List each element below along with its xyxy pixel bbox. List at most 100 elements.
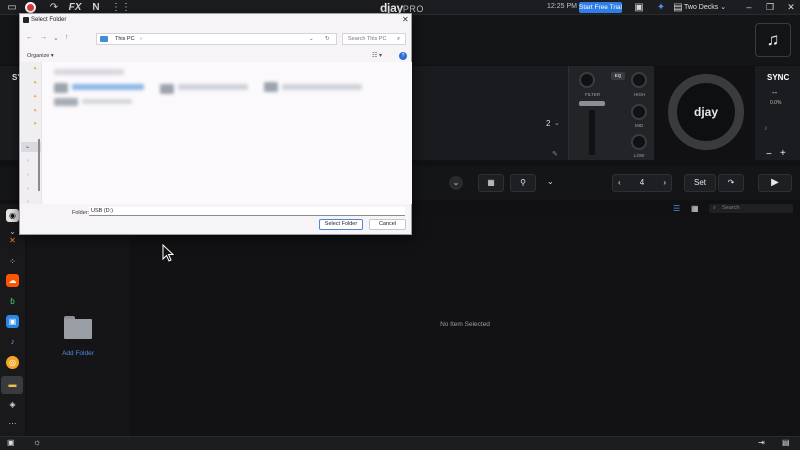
music-icon[interactable]: ♪ [6, 335, 19, 348]
layers-icon[interactable]: ◈ [6, 398, 19, 411]
queue-icon[interactable]: ⇥ [758, 438, 765, 447]
record-button[interactable] [25, 2, 36, 13]
chevron-down-icon[interactable]: ⌄ [53, 34, 59, 42]
blurred-item[interactable] [282, 84, 362, 90]
back-icon[interactable]: ← [26, 34, 33, 41]
fx-button[interactable]: FX [67, 2, 83, 13]
mid-eq-knob[interactable] [631, 104, 647, 120]
turntable-platter[interactable]: djay [668, 74, 744, 150]
pitch-minus-button[interactable]: − [766, 149, 772, 160]
sparkle-icon[interactable]: ✦ [655, 2, 667, 13]
chevron-left-icon[interactable]: ‹ [618, 175, 621, 191]
folder-icon[interactable] [64, 316, 92, 340]
maximize-icon[interactable]: ❐ [763, 2, 777, 13]
blurred-item[interactable] [72, 84, 144, 90]
blurred-item[interactable] [178, 84, 248, 90]
chevron-down-icon[interactable]: ⌄ [25, 143, 30, 150]
high-eq-knob[interactable] [631, 72, 647, 88]
crossed-icon[interactable]: ✕ [6, 234, 19, 247]
empty-state-text: No Item Selected [440, 321, 490, 328]
camera-source-icon[interactable]: ◉ [6, 209, 19, 222]
menu-icon[interactable]: ▭ [6, 2, 18, 13]
clock-time: 12:25 PM [547, 3, 577, 10]
beatport-icon[interactable]: ɓ [6, 295, 19, 308]
drive-icon[interactable] [54, 83, 68, 93]
eq-badge[interactable]: EQ [611, 72, 625, 80]
grid-view-icon[interactable]: ▦ [691, 204, 699, 213]
loop-icon[interactable]: ↷ [718, 174, 744, 192]
pencil-icon[interactable]: ✎ [552, 150, 558, 158]
grid-icon[interactable]: ⋮⋮ [111, 2, 131, 13]
soundcloud-icon[interactable]: ☁ [6, 274, 19, 287]
select-folder-button[interactable]: Select Folder [319, 219, 363, 230]
cancel-button[interactable]: Cancel [369, 219, 406, 230]
neural-mix-button[interactable]: N [90, 2, 102, 13]
more-icon[interactable]: ··· [6, 417, 19, 430]
play-button[interactable]: ▶ [758, 174, 792, 192]
address-bar[interactable]: This PC › ⌄ ↻ [96, 33, 337, 45]
files-icon[interactable]: ▣ [6, 315, 19, 328]
blurred-item[interactable] [54, 98, 78, 106]
library-search-input[interactable]: ⌕ Search [709, 204, 793, 213]
pin-icon[interactable]: ✦ [33, 121, 37, 127]
filter-knob[interactable] [579, 72, 595, 88]
right-sync-button[interactable]: SYNC [767, 73, 789, 82]
chevron-down-icon[interactable]: ⌄ [554, 119, 560, 127]
pin-icon[interactable]: ✦ [33, 108, 37, 114]
nav-scrollbar[interactable] [38, 139, 40, 191]
sidebar-toggle-icon[interactable]: ▣ [7, 438, 15, 447]
pitch-plus-button[interactable]: + [780, 148, 786, 159]
bpm-display: -- [772, 88, 778, 97]
folder-icon[interactable]: ▬ [6, 378, 19, 391]
dialog-title: Select Folder [31, 17, 67, 23]
panel-icon[interactable]: ▤ [782, 438, 790, 447]
chevron-down-icon[interactable]: ⌄ [547, 177, 554, 186]
volume-fader-track[interactable] [589, 110, 595, 155]
pin-icon[interactable]: ✦ [33, 80, 37, 86]
start-free-trial-button[interactable]: Start Free Trial [579, 2, 622, 13]
pin-icon[interactable]: ⚲ [510, 174, 536, 192]
safari-icon[interactable]: ◎ [6, 356, 19, 369]
keyboard-icon[interactable]: ▦ [478, 174, 504, 192]
dialog-search-input[interactable]: Search This PC ⌕ [342, 33, 406, 45]
view-options-icon[interactable]: ☷ ▾ [372, 52, 382, 59]
automix-icon[interactable]: ↷ [48, 2, 60, 13]
chevron-right-icon[interactable]: › [663, 175, 666, 191]
chevron-right-icon[interactable]: › [27, 158, 29, 164]
chevron-right-icon[interactable]: › [140, 36, 142, 42]
loop-length[interactable]: 2 [546, 119, 550, 128]
drive-icon[interactable] [264, 82, 278, 92]
brightness-icon[interactable]: ☼ [33, 437, 41, 447]
crossfader-handle[interactable] [579, 101, 605, 106]
chevron-down-icon[interactable]: ⌄ [309, 34, 314, 44]
list-view-icon[interactable]: ☰ [673, 204, 680, 213]
blurred-item[interactable] [82, 99, 132, 104]
beat-jump-control[interactable]: ‹ 4 › [612, 174, 672, 192]
help-icon[interactable]: ? [399, 52, 407, 60]
chevron-right-icon[interactable]: › [27, 172, 29, 178]
forward-icon[interactable]: → [40, 34, 47, 41]
folder-input[interactable]: USB (D:) [89, 207, 405, 216]
add-folder-link[interactable]: Add Folder [58, 350, 98, 357]
layout-mode-selector[interactable]: Two Decks ⌄ [684, 3, 726, 11]
pin-icon[interactable]: ✦ [33, 94, 37, 100]
refresh-icon[interactable]: ↻ [325, 34, 330, 44]
tidal-icon[interactable]: ⁘ [6, 255, 19, 268]
layout-icon[interactable]: ▤ [672, 2, 684, 13]
music-note-icon[interactable]: ♫ [755, 23, 791, 57]
drive-icon[interactable] [160, 84, 174, 94]
low-eq-knob[interactable] [631, 134, 647, 150]
up-icon[interactable]: ↑ [65, 34, 69, 41]
organize-menu[interactable]: Organize ▾ [27, 53, 54, 59]
close-icon[interactable]: ✕ [402, 15, 409, 24]
camera-icon[interactable]: ▣ [633, 2, 645, 13]
djay-app-window: ▭ ↷ FX N ⋮⋮ djayPRO 12:25 PM Start Free … [0, 0, 800, 450]
close-window-icon[interactable]: ✕ [784, 2, 798, 13]
breadcrumb-this-pc[interactable]: This PC [115, 36, 135, 42]
chevron-right-icon[interactable]: › [27, 186, 29, 192]
pin-icon[interactable]: ✦ [33, 66, 37, 72]
chevron-down-icon[interactable]: ⌄ [449, 176, 463, 190]
chevron-right-icon[interactable]: › [27, 199, 29, 205]
set-cue-button[interactable]: Set [684, 174, 716, 192]
minimize-icon[interactable]: – [742, 2, 756, 13]
